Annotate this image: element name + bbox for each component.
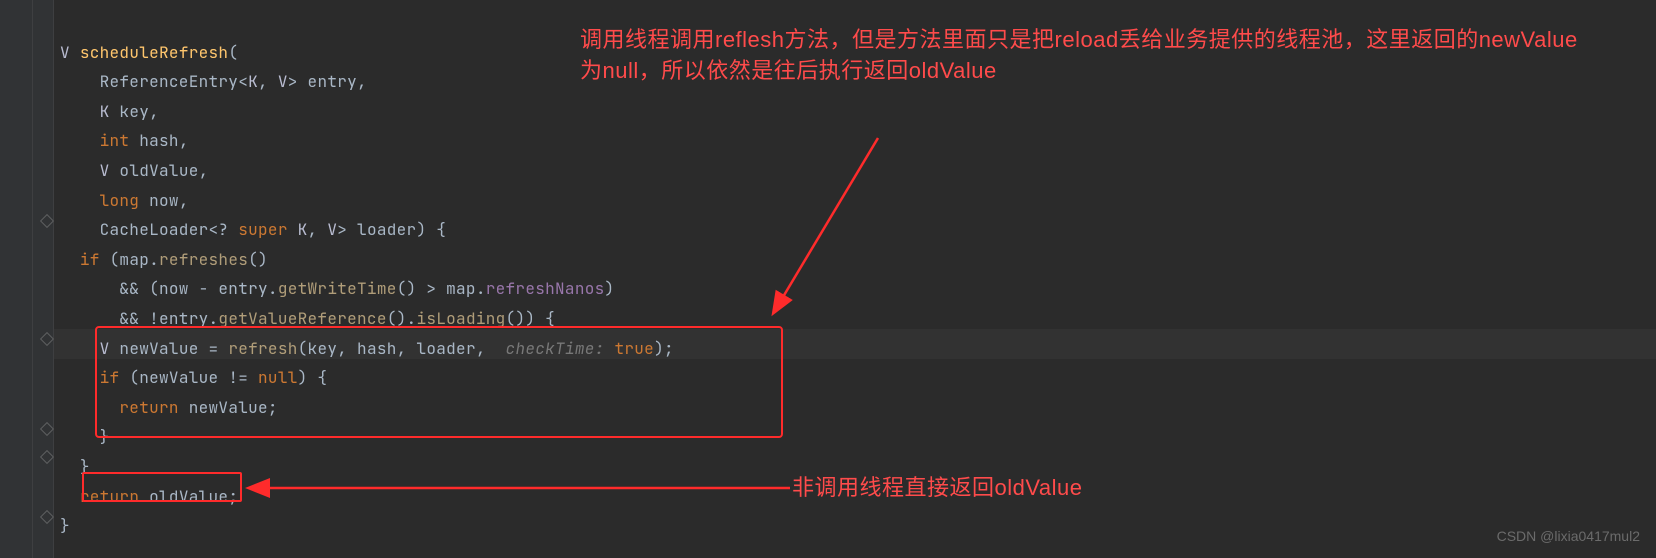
code-line: K key, — [60, 101, 159, 122]
editor-gutter — [0, 0, 54, 558]
fold-marker-icon[interactable] — [40, 332, 54, 346]
code-line: ReferenceEntry<K, V> entry, — [60, 71, 367, 92]
fold-marker-icon[interactable] — [40, 510, 54, 524]
fold-guide-line — [32, 0, 33, 558]
watermark-text: CSDN @lixia0417mul2 — [1497, 524, 1640, 550]
annotation-bottom: 非调用线程直接返回oldValue — [792, 472, 1083, 503]
highlight-box-refresh-block — [95, 326, 783, 438]
fold-marker-icon[interactable] — [40, 214, 54, 228]
code-line: V oldValue, — [60, 160, 209, 181]
annotation-top: 调用线程调用reflesh方法，但是方法里面只是把reload丢给业务提供的线程… — [580, 24, 1580, 86]
code-line: int hash, — [60, 130, 189, 151]
fold-marker-icon[interactable] — [40, 450, 54, 464]
code-line: } — [60, 515, 70, 536]
code-line: V scheduleRefresh( — [60, 42, 238, 63]
code-line: && (now - entry.getWriteTime() > map.ref… — [60, 278, 614, 299]
fold-marker-icon[interactable] — [40, 422, 54, 436]
code-line: long now, — [60, 190, 189, 211]
highlight-box-return-oldvalue — [82, 472, 242, 502]
code-line: if (map.refreshes() — [60, 249, 268, 270]
code-line: CacheLoader<? super K, V> loader) { — [60, 219, 446, 240]
code-editor-content[interactable]: V scheduleRefresh( ReferenceEntry<K, V> … — [60, 8, 674, 541]
